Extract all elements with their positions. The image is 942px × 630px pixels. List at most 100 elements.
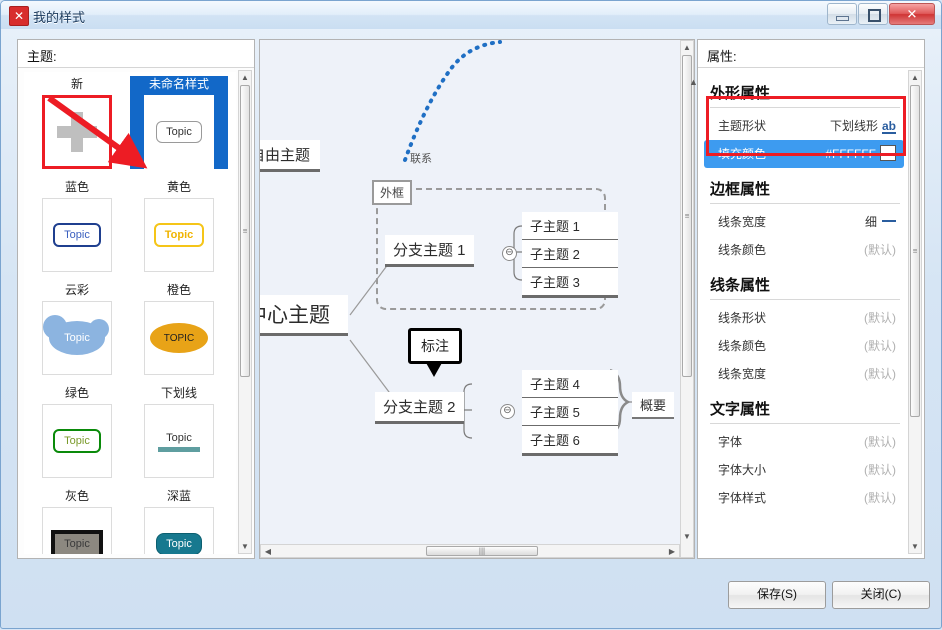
properties-scrollbar[interactable]: ▲ ≡ ▼ (908, 70, 922, 554)
properties-panel-title: 属性: (707, 46, 737, 65)
theme-thumbnail: Topic (154, 223, 205, 247)
floating-topic-node[interactable]: 自由主题 (260, 140, 320, 172)
property-row-2-0[interactable]: 线条形状(默认) (704, 304, 904, 332)
scroll-down-icon[interactable]: ▼ (681, 532, 693, 541)
theme-item-preview[interactable]: Topic (42, 301, 112, 375)
canvas-horizontal-scrollbar[interactable]: ◀ ||| ▶ (260, 544, 680, 558)
property-label: 填充颜色 (718, 147, 766, 161)
theme-item-preview[interactable]: Topic (144, 95, 214, 169)
scroll-down-icon[interactable]: ▼ (909, 542, 921, 551)
scroll-up-icon[interactable]: ▲ (681, 43, 693, 52)
property-row-0-1[interactable]: 填充颜色 #FFFFFF (704, 140, 904, 168)
add-theme-icon[interactable] (57, 112, 97, 152)
theme-item-label: 未命名样式 (130, 76, 228, 92)
theme-item-preview[interactable]: Topic (144, 507, 214, 554)
theme-list[interactable]: 新未命名样式Topic蓝色Topic黄色Topic云彩Topic橙色TOPIC绿… (24, 72, 236, 554)
restore-button[interactable] (858, 3, 888, 25)
canvas-h-thumb[interactable]: ||| (426, 546, 538, 556)
scroll-down-icon[interactable]: ▼ (239, 542, 251, 551)
property-value[interactable]: (默认) (864, 236, 896, 264)
property-value[interactable]: 下划线形ab (830, 112, 896, 140)
minimize-button[interactable] (827, 3, 857, 25)
property-row-2-2[interactable]: 线条宽度(默认) (704, 360, 904, 388)
theme-item-preview[interactable] (42, 95, 112, 169)
theme-item-9[interactable]: 深蓝Topic (130, 488, 228, 554)
property-label: 线条颜色 (718, 243, 766, 257)
scroll-left-icon[interactable]: ◀ (263, 547, 273, 556)
property-value[interactable]: (默认) (864, 428, 896, 456)
property-label: 线条颜色 (718, 339, 766, 353)
save-button[interactable]: 保存(S) (728, 581, 826, 609)
scroll-up-icon[interactable]: ▲ (909, 73, 921, 82)
property-value[interactable]: (默认) (864, 332, 896, 360)
properties-section-title: 边框属性 (710, 178, 904, 199)
canvas-v-thumb[interactable]: ≡ (682, 55, 692, 377)
divider (710, 107, 900, 108)
map-canvas[interactable]: 自由主题 中心主题 联系 外框 分支主题 1 ⊖ 子主题 1 子主题 2 子主题… (260, 40, 680, 544)
subtopic-node[interactable]: 子主题 3 (522, 268, 618, 298)
property-row-0-0[interactable]: 主题形状下划线形ab (704, 112, 904, 140)
color-swatch-icon[interactable] (880, 145, 896, 161)
properties-section-title: 外形属性 (710, 82, 904, 103)
subtopic-node[interactable]: 子主题 5 (522, 398, 618, 428)
relationship-label[interactable]: 联系 (410, 150, 432, 166)
property-row-3-2[interactable]: 字体样式(默认) (704, 484, 904, 512)
theme-item-label: 云彩 (28, 282, 126, 298)
property-value[interactable]: (默认) (864, 304, 896, 332)
theme-item-1[interactable]: 未命名样式 Topic (130, 76, 228, 169)
theme-thumbnail: Topic (51, 530, 103, 554)
property-value[interactable]: (默认) (864, 484, 896, 512)
theme-item-preview[interactable]: Topic (144, 404, 214, 478)
subtopic-node[interactable]: 子主题 6 (522, 426, 618, 456)
divider (710, 423, 900, 424)
theme-item-6[interactable]: 绿色Topic (28, 385, 126, 478)
collapse-toggle-branch1[interactable]: ⊖ (502, 246, 517, 261)
theme-item-preview[interactable]: Topic (42, 404, 112, 478)
properties-scroll-thumb[interactable]: ≡ (910, 85, 920, 417)
subtopic-node[interactable]: 子主题 1 (522, 212, 618, 242)
canvas-vertical-scrollbar[interactable]: ▲ ≡ ▼ (680, 40, 694, 558)
callout-node[interactable]: 标注 (408, 328, 462, 364)
theme-scroll-thumb[interactable]: ≡ (240, 85, 250, 377)
close-button[interactable]: ✕ (889, 3, 935, 25)
theme-item-preview[interactable]: Topic (42, 198, 112, 272)
theme-item-0[interactable]: 新 (28, 76, 126, 169)
theme-item-preview[interactable]: Topic (144, 198, 214, 272)
theme-item-2[interactable]: 蓝色Topic (28, 179, 126, 272)
scroll-up-icon[interactable]: ▲ (239, 73, 251, 82)
theme-item-8[interactable]: 灰色Topic (28, 488, 126, 554)
collapse-toggle-branch2[interactable]: ⊖ (500, 404, 515, 419)
central-topic-node[interactable]: 中心主题 (260, 295, 348, 336)
property-value[interactable]: (默认) (864, 360, 896, 388)
branch-topic-1[interactable]: 分支主题 1 (385, 235, 474, 267)
theme-item-4[interactable]: 云彩 Topic (28, 282, 126, 375)
properties-panel-header: 属性: (698, 40, 924, 68)
theme-item-preview[interactable]: Topic (42, 507, 112, 554)
theme-item-7[interactable]: 下划线Topic (130, 385, 228, 478)
summary-node[interactable]: 概要 (632, 392, 674, 419)
branch-topic-2[interactable]: 分支主题 2 (375, 392, 464, 424)
property-value[interactable]: #FFFFFF (825, 140, 896, 168)
property-row-3-0[interactable]: 字体(默认) (704, 428, 904, 456)
properties-list[interactable]: 外形属性主题形状下划线形ab 填充颜色 #FFFFFF 边框属性线条宽度细线条颜色 (默… (704, 72, 904, 554)
scroll-grip-icon: ≡ (913, 250, 918, 253)
property-value[interactable]: (默认) (864, 456, 896, 484)
theme-thumbnail: Topic (156, 121, 202, 143)
close-dialog-button[interactable]: 关闭(C) (832, 581, 930, 609)
subtopic-node[interactable]: 子主题 2 (522, 240, 618, 270)
theme-item-3[interactable]: 黄色Topic (130, 179, 228, 272)
theme-list-scrollbar[interactable]: ▲ ≡ ▼ (238, 70, 252, 554)
theme-item-label: 橙色 (130, 282, 228, 298)
properties-collapse-icon[interactable]: ▲ (689, 77, 698, 87)
theme-item-preview[interactable]: TOPIC (144, 301, 214, 375)
thin-line-icon (882, 220, 896, 222)
property-row-1-0[interactable]: 线条宽度细 (704, 208, 904, 236)
property-value[interactable]: 细 (865, 208, 896, 236)
property-row-1-1[interactable]: 线条颜色 (默认) (704, 236, 904, 264)
theme-item-5[interactable]: 橙色 TOPIC (130, 282, 228, 375)
property-row-3-1[interactable]: 字体大小(默认) (704, 456, 904, 484)
property-row-2-1[interactable]: 线条颜色 (默认) (704, 332, 904, 360)
subtopic-node[interactable]: 子主题 4 (522, 370, 618, 400)
boundary-label[interactable]: 外框 (372, 180, 412, 205)
scroll-right-icon[interactable]: ▶ (667, 547, 677, 556)
